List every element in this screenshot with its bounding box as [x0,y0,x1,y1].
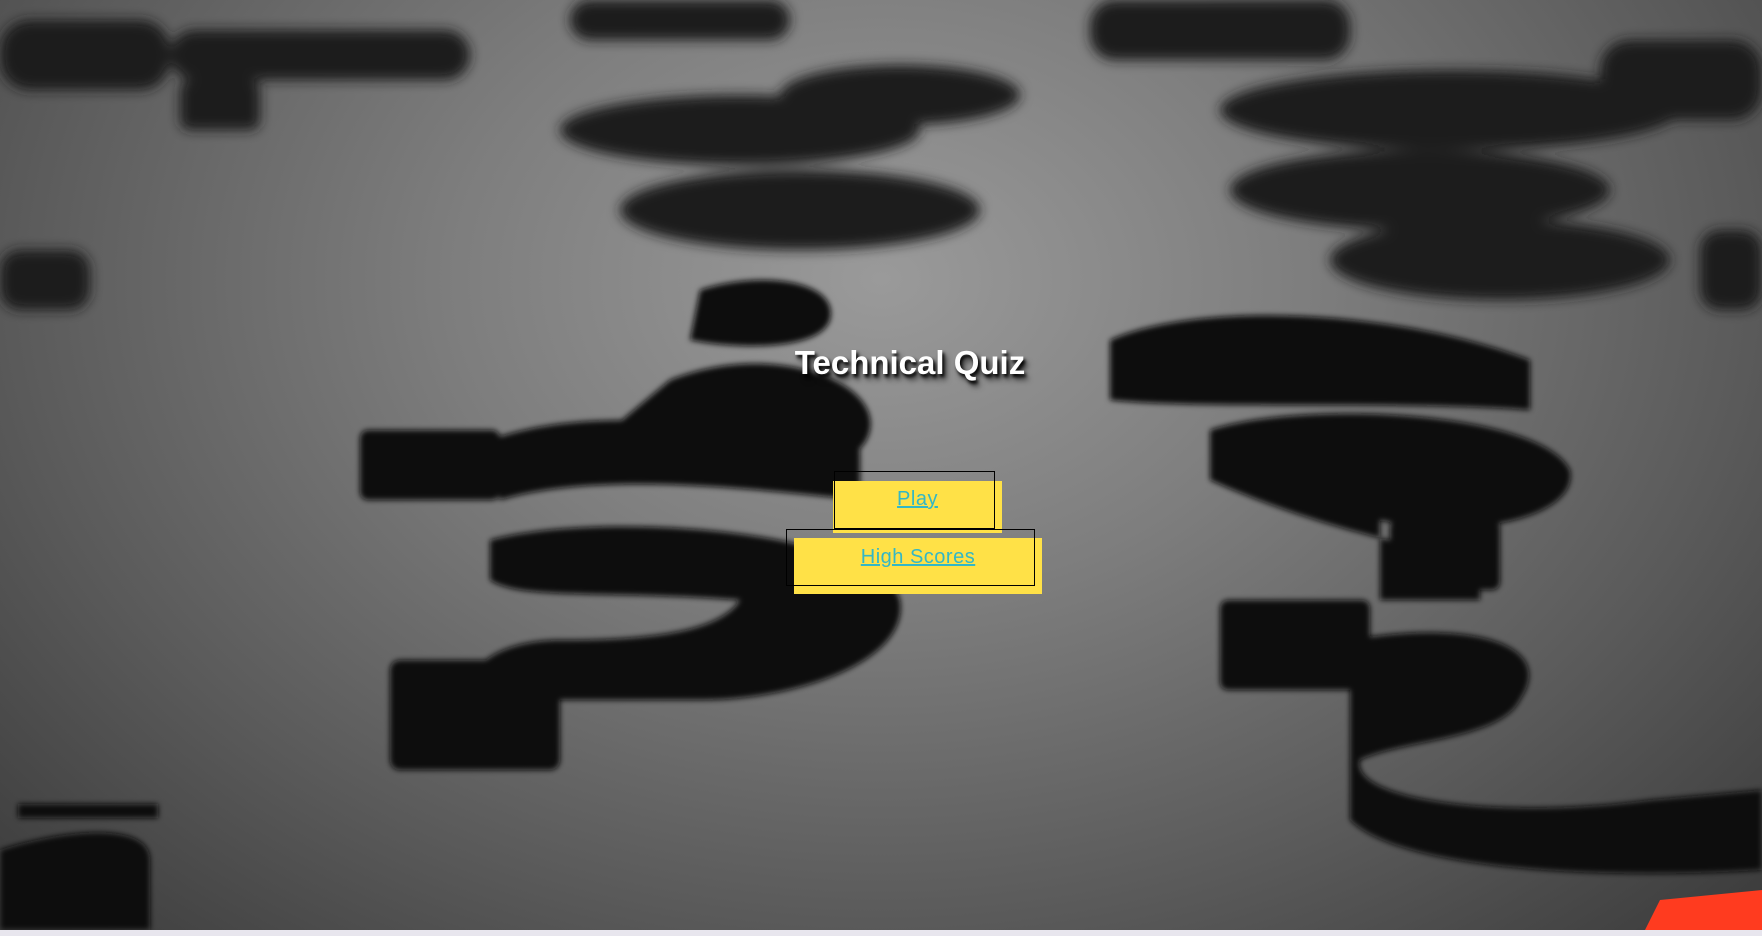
red-object-corner [1645,890,1762,930]
page-bottom-edge [0,930,1762,936]
quiz-start-screen: Technical Quiz Play High Scores [0,0,1762,930]
high-scores-button-label: High Scores [860,546,976,568]
page-title: Technical Quiz [794,344,1026,381]
play-button-label: Play [897,488,938,510]
play-button[interactable]: Play [833,481,1002,533]
high-scores-button[interactable]: High Scores [794,538,1042,594]
question-marks-background-image [0,0,1762,930]
